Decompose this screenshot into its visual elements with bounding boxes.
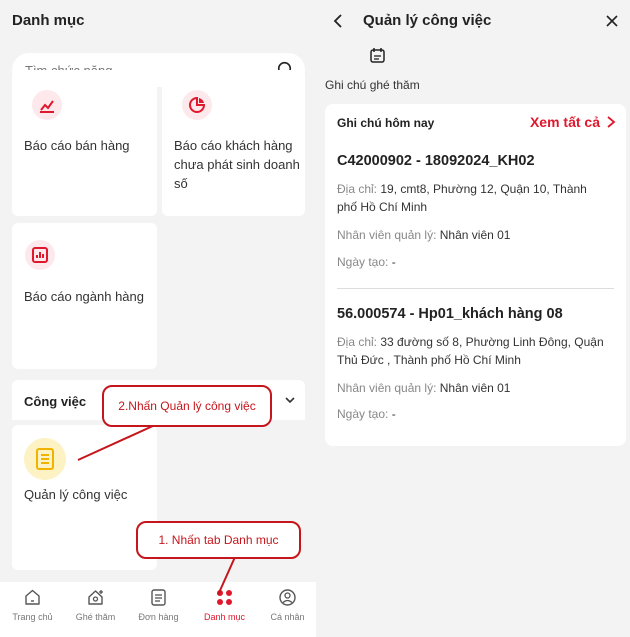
today-notes-card: Ghi chú hôm nay Xem tất cả C42000902 - 1…: [325, 104, 626, 446]
created-value: -: [391, 255, 396, 269]
report-card-no-sales-customers[interactable]: Báo cáo khách hàng chưa phát sinh doanh …: [162, 70, 305, 216]
bar-chart-icon: [25, 240, 55, 270]
nav-item-visit[interactable]: Ghé thăm: [64, 582, 127, 637]
menu-header: Danh mục: [0, 0, 316, 44]
note-entry-address: Địa chỉ: 19, cmt8, Phường 12, Quận 10, T…: [337, 180, 607, 216]
report-card-sales[interactable]: Báo cáo bán hàng: [12, 70, 157, 216]
report-label: Báo cáo khách hàng chưa phát sinh doanh …: [174, 138, 300, 191]
callout-pointer-1: [217, 556, 236, 596]
note-entry-title[interactable]: 56.000574 - Hp01_khách hàng 08: [337, 306, 563, 322]
order-icon: [151, 589, 166, 606]
callout-step-1: 1. Nhấn tab Danh mục: [136, 521, 301, 559]
note-entry-address: Địa chỉ: 33 đường số 8, Phường Linh Đông…: [337, 333, 607, 369]
visit-icon: [88, 590, 103, 605]
nav-item-home[interactable]: Trang chủ: [1, 582, 64, 637]
nav-label: Đơn hàng: [138, 612, 179, 622]
manager-label: Nhân viên quản lý:: [337, 381, 437, 395]
address-value: 33 đường số 8, Phường Linh Đông, Quận Th…: [337, 335, 604, 367]
menu-panel: Danh mục Tìm chức năng Báo cáo bán hàng …: [0, 0, 316, 637]
nav-item-orders[interactable]: Đơn hàng: [127, 582, 190, 637]
note-entry-created: Ngày tạo: -: [337, 405, 607, 423]
bottom-nav: Trang chủ Ghé thăm Đơn hàng Danh mục Cá …: [0, 582, 316, 637]
calendar-note-icon[interactable]: [369, 47, 386, 64]
chart-line-icon: [32, 90, 62, 120]
manager-label: Nhân viên quản lý:: [337, 228, 437, 242]
address-label: Địa chỉ:: [337, 182, 378, 196]
nav-label: Trang chủ: [12, 612, 53, 622]
nav-label: Danh mục: [203, 612, 246, 622]
nav-item-profile[interactable]: Cá nhân: [256, 582, 316, 637]
manager-value: Nhân viên 01: [439, 381, 511, 395]
task-management-header: Quản lý công việc: [316, 0, 630, 44]
nav-label: Cá nhân: [270, 612, 305, 622]
created-value: -: [391, 407, 396, 421]
callout-step-2: 2.Nhấn Quản lý công việc: [102, 385, 272, 427]
pie-chart-icon: [182, 90, 212, 120]
notes-heading: Ghi chú hôm nay: [337, 116, 435, 130]
note-entry-created: Ngày tạo: -: [337, 253, 607, 271]
user-icon: [279, 589, 296, 606]
task-management-label: Quản lý công việc: [24, 487, 128, 502]
report-label: Báo cáo bán hàng: [24, 138, 130, 153]
task-management-panel: Quản lý công việc Ghi chú ghé thăm Ghi c…: [316, 0, 630, 637]
report-card-industry[interactable]: Báo cáo ngành hàng: [12, 223, 157, 369]
created-label: Ngày tạo:: [337, 407, 389, 421]
divider: [337, 288, 614, 289]
created-label: Ngày tạo:: [337, 255, 389, 269]
report-label: Báo cáo ngành hàng: [24, 289, 144, 304]
address-label: Địa chỉ:: [337, 335, 378, 349]
close-icon[interactable]: [604, 13, 620, 29]
note-entry-title[interactable]: C42000902 - 18092024_KH02: [337, 153, 535, 169]
note-entry-manager: Nhân viên quản lý: Nhân viên 01: [337, 226, 607, 244]
chevron-down-icon[interactable]: [283, 393, 297, 407]
manager-value: Nhân viên 01: [439, 228, 511, 242]
page-title: Danh mục: [12, 12, 85, 29]
back-icon[interactable]: [331, 13, 347, 29]
tab-visit-notes[interactable]: Ghi chú ghé thăm: [325, 78, 420, 92]
nav-label: Ghé thăm: [75, 612, 116, 622]
note-entry-manager: Nhân viên quản lý: Nhân viên 01: [337, 379, 607, 397]
page-title: Quản lý công việc: [363, 12, 492, 29]
home-icon: [25, 589, 40, 605]
notebook-icon: [24, 438, 66, 480]
section-title: Công việc: [24, 394, 87, 409]
chevron-right-icon[interactable]: [605, 115, 617, 129]
see-all-link[interactable]: Xem tất cả: [530, 114, 600, 130]
